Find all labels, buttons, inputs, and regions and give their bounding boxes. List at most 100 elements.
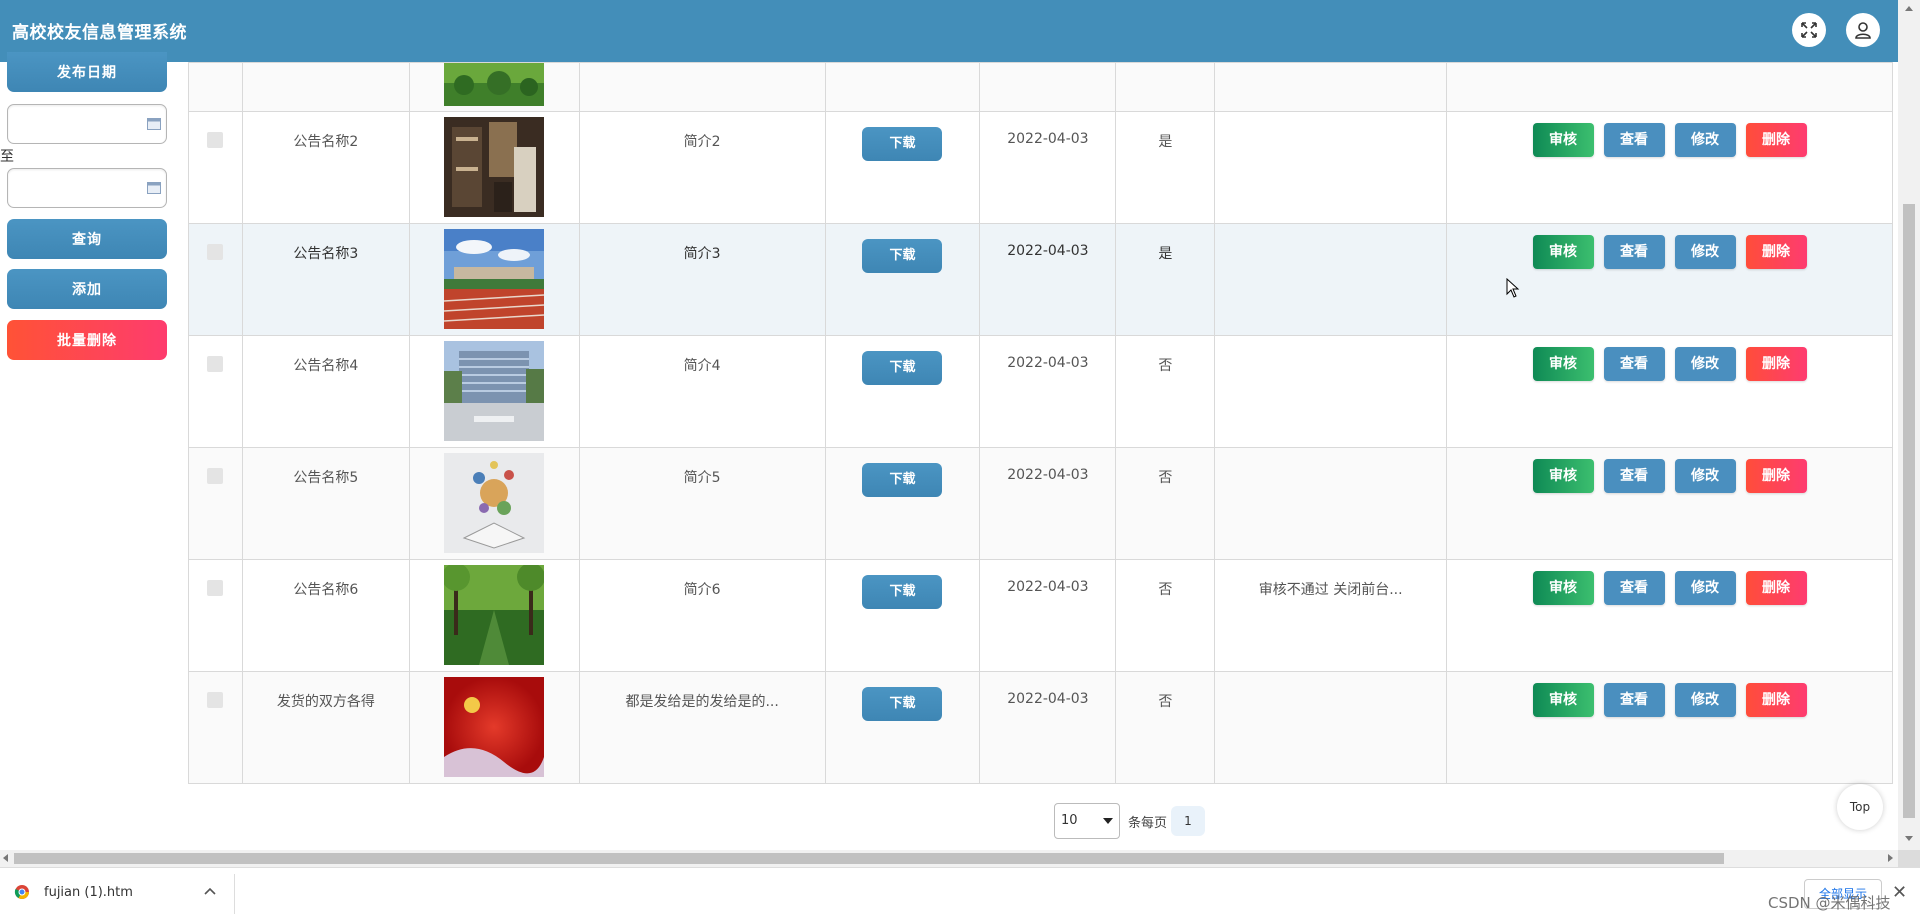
cell-date: 2022-04-03 <box>1007 691 1089 707</box>
close-icon[interactable]: ✕ <box>1892 882 1907 903</box>
view-button[interactable]: 查看 <box>1603 571 1665 605</box>
page-number-button[interactable]: 1 <box>1171 806 1205 836</box>
review-button[interactable]: 审核 <box>1532 347 1594 381</box>
table-row: 公告名称4 简介4 下载 2022-04-03 否 审核 查看 修改 删除 <box>188 335 1893 448</box>
publish-date-label: 发布日期 <box>7 52 167 92</box>
calendar-icon <box>147 182 161 194</box>
cell-name: 公告名称2 <box>293 134 359 150</box>
cell-remark <box>1215 672 1446 691</box>
delete-button[interactable]: 删除 <box>1745 347 1807 381</box>
cell-intro: 都是发给是的发给是的... <box>625 694 779 710</box>
row-thumbnail <box>444 453 545 553</box>
edit-button[interactable]: 修改 <box>1674 571 1736 605</box>
cell-date: 2022-04-03 <box>1007 243 1089 259</box>
chevron-up-icon[interactable] <box>204 887 216 895</box>
delete-button[interactable]: 删除 <box>1745 123 1807 157</box>
cell-name: 公告名称6 <box>293 582 359 598</box>
cell-remark <box>1215 448 1446 467</box>
vertical-scrollbar[interactable] <box>1898 0 1920 850</box>
scroll-right-icon[interactable] <box>1888 854 1893 862</box>
cell-date: 2022-04-03 <box>1007 579 1089 595</box>
edit-button[interactable]: 修改 <box>1674 123 1736 157</box>
review-button[interactable]: 审核 <box>1532 571 1594 605</box>
app-title: 高校校友信息管理系统 <box>12 23 187 43</box>
cell-remark: 审核不通过 关闭前台... <box>1258 582 1403 598</box>
search-button[interactable]: 查询 <box>7 219 167 259</box>
user-icon <box>1855 22 1871 39</box>
delete-button[interactable]: 删除 <box>1745 571 1807 605</box>
chevron-down-icon <box>1103 818 1113 824</box>
vertical-scroll-thumb[interactable] <box>1903 204 1915 818</box>
scrollbar-corner <box>1898 850 1920 867</box>
batch-delete-button[interactable]: 批量删除 <box>7 320 167 360</box>
horizontal-scroll-thumb[interactable] <box>14 853 1724 864</box>
view-button[interactable]: 查看 <box>1603 123 1665 157</box>
download-button[interactable]: 下载 <box>862 127 943 161</box>
delete-button[interactable]: 删除 <box>1745 683 1807 717</box>
row-checkbox[interactable] <box>207 244 224 260</box>
edit-button[interactable]: 修改 <box>1674 683 1736 717</box>
chrome-file-icon <box>14 885 29 899</box>
view-button[interactable]: 查看 <box>1603 683 1665 717</box>
delete-button[interactable]: 删除 <box>1745 235 1807 269</box>
download-button[interactable]: 下载 <box>862 351 943 385</box>
row-checkbox[interactable] <box>207 468 224 484</box>
edit-button[interactable]: 修改 <box>1674 347 1736 381</box>
cell-remark <box>1215 224 1446 243</box>
view-button[interactable]: 查看 <box>1603 347 1665 381</box>
date-range-to-label: 至 <box>0 149 14 165</box>
download-button[interactable]: 下载 <box>862 239 943 273</box>
download-button[interactable]: 下载 <box>862 463 943 497</box>
fullscreen-button[interactable] <box>1792 13 1826 47</box>
table-row: 公告名称5 简介5 下载 2022-04-03 否 审核 查看 修改 删除 <box>188 447 1893 560</box>
back-to-top-button[interactable]: Top <box>1837 784 1883 830</box>
mouse-cursor-icon <box>1506 278 1520 298</box>
download-button[interactable]: 下载 <box>862 687 943 721</box>
cell-name: 公告名称4 <box>293 358 359 374</box>
watermark: CSDN @米偶科技 <box>1768 894 1891 912</box>
cell-intro: 简介3 <box>683 246 721 262</box>
user-button[interactable] <box>1846 13 1880 47</box>
add-button[interactable]: 添加 <box>7 269 167 309</box>
cell-flag: 否 <box>1158 358 1173 374</box>
table-row: 发货的双方各得 都是发给是的发给是的... 下载 2022-04-03 否 审核… <box>188 671 1893 784</box>
cell-remark <box>1215 336 1446 355</box>
scroll-left-icon[interactable] <box>3 854 8 862</box>
review-button[interactable]: 审核 <box>1532 123 1594 157</box>
review-button[interactable]: 审核 <box>1532 683 1594 717</box>
cell-flag: 否 <box>1158 582 1173 598</box>
view-button[interactable]: 查看 <box>1603 459 1665 493</box>
horizontal-scrollbar[interactable] <box>0 850 1898 867</box>
table-row: 公告名称6 简介6 下载 2022-04-03 否 审核不通过 关闭前台... … <box>188 559 1893 672</box>
download-item[interactable]: fujian (1).htm <box>14 884 133 900</box>
cell-intro: 简介6 <box>683 582 721 598</box>
page-size-value: 10 <box>1061 813 1078 828</box>
cell-date: 2022-04-03 <box>1007 355 1089 371</box>
scroll-down-icon[interactable] <box>1905 836 1913 841</box>
edit-button[interactable]: 修改 <box>1674 235 1736 269</box>
per-page-label: 条每页 <box>1128 816 1168 831</box>
row-checkbox[interactable] <box>207 356 224 372</box>
row-checkbox[interactable] <box>207 580 224 596</box>
app-header: 高校校友信息管理系统 <box>0 0 1898 62</box>
view-button[interactable]: 查看 <box>1603 235 1665 269</box>
date-end-input[interactable] <box>7 168 167 208</box>
edit-button[interactable]: 修改 <box>1674 459 1736 493</box>
review-button[interactable]: 审核 <box>1532 235 1594 269</box>
row-checkbox[interactable] <box>207 692 224 708</box>
row-checkbox[interactable] <box>207 132 224 148</box>
fullscreen-icon <box>1801 22 1817 38</box>
page-size-select[interactable]: 10 <box>1054 803 1120 839</box>
cell-flag: 是 <box>1158 134 1173 150</box>
calendar-icon <box>147 118 161 130</box>
date-start-input[interactable] <box>7 104 167 144</box>
review-button[interactable]: 审核 <box>1532 459 1594 493</box>
cell-remark <box>1215 112 1446 131</box>
scroll-up-icon[interactable] <box>1905 6 1913 11</box>
announcement-table: 公告名称2 简介2 下载 2022-04-03 是 审核 查看 修改 删除 公告… <box>188 62 1893 784</box>
download-button[interactable]: 下载 <box>862 575 943 609</box>
delete-button[interactable]: 删除 <box>1745 459 1807 493</box>
table-row: 公告名称3 简介3 下载 2022-04-03 是 审核 查看 修改 删除 <box>188 223 1893 336</box>
cell-name: 发货的双方各得 <box>276 694 375 710</box>
cell-intro: 简介4 <box>683 358 721 374</box>
